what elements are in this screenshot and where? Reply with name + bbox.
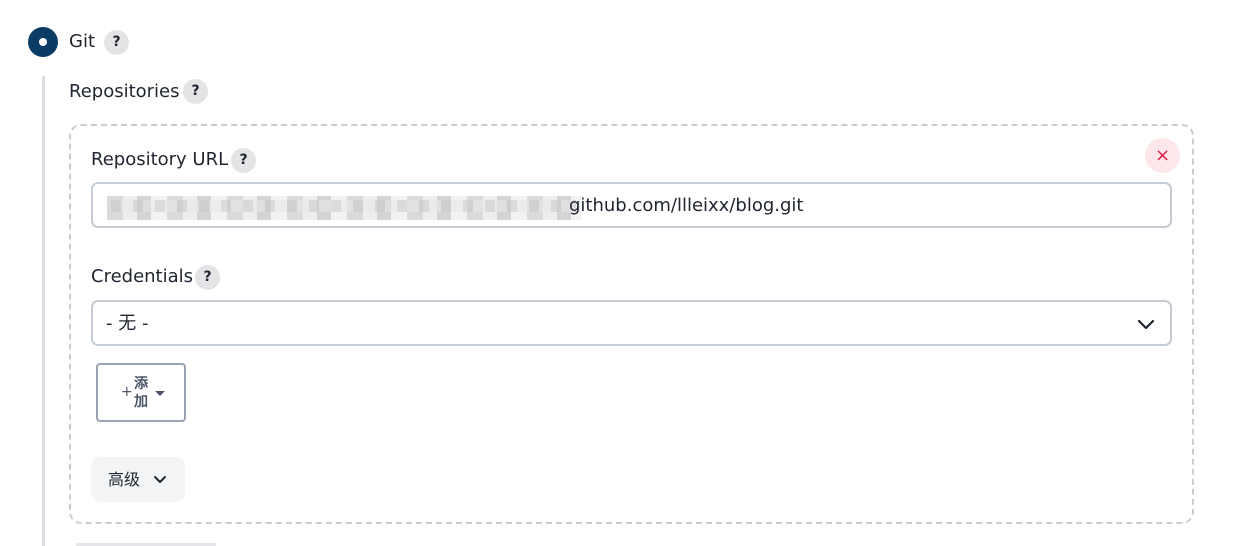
credentials-label: Credentials <box>91 266 194 287</box>
git-option-label: Git <box>69 31 96 52</box>
advanced-button[interactable]: 高级 <box>91 457 185 502</box>
credentials-help-icon[interactable]: ? <box>195 265 220 290</box>
plus-icon: + <box>121 384 133 400</box>
advanced-button-label: 高级 <box>108 470 141 489</box>
repository-url-label: Repository URL <box>91 149 229 170</box>
credentials-selected-value: - 无 - <box>106 313 149 334</box>
radio-selected-dot <box>39 38 47 46</box>
credentials-select[interactable]: - 无 - <box>91 300 1172 346</box>
repositories-label: Repositories <box>69 81 180 102</box>
git-help-icon[interactable]: ? <box>104 30 129 55</box>
repositories-help-icon[interactable]: ? <box>183 79 208 104</box>
redacted-url-overlay <box>111 200 576 212</box>
nested-section-rail <box>42 76 45 546</box>
delete-repository-button[interactable]: × <box>1145 138 1180 173</box>
caret-down-icon <box>155 391 165 396</box>
add-credentials-button[interactable]: + 添加 <box>96 363 186 422</box>
add-credentials-label: 添加 <box>134 376 148 410</box>
repository-url-value: github.com/llleixx/blog.git <box>569 195 804 216</box>
repository-url-help-icon[interactable]: ? <box>231 148 256 173</box>
close-icon: × <box>1154 145 1171 166</box>
git-radio-button[interactable] <box>28 27 58 57</box>
chevron-down-icon <box>154 476 166 483</box>
chevron-down-icon <box>1137 319 1155 330</box>
git-scm-config-panel: Git ? Repositories ? × Repository URL ? … <box>0 0 1260 546</box>
repository-url-input[interactable]: github.com/llleixx/blog.git <box>91 182 1172 228</box>
